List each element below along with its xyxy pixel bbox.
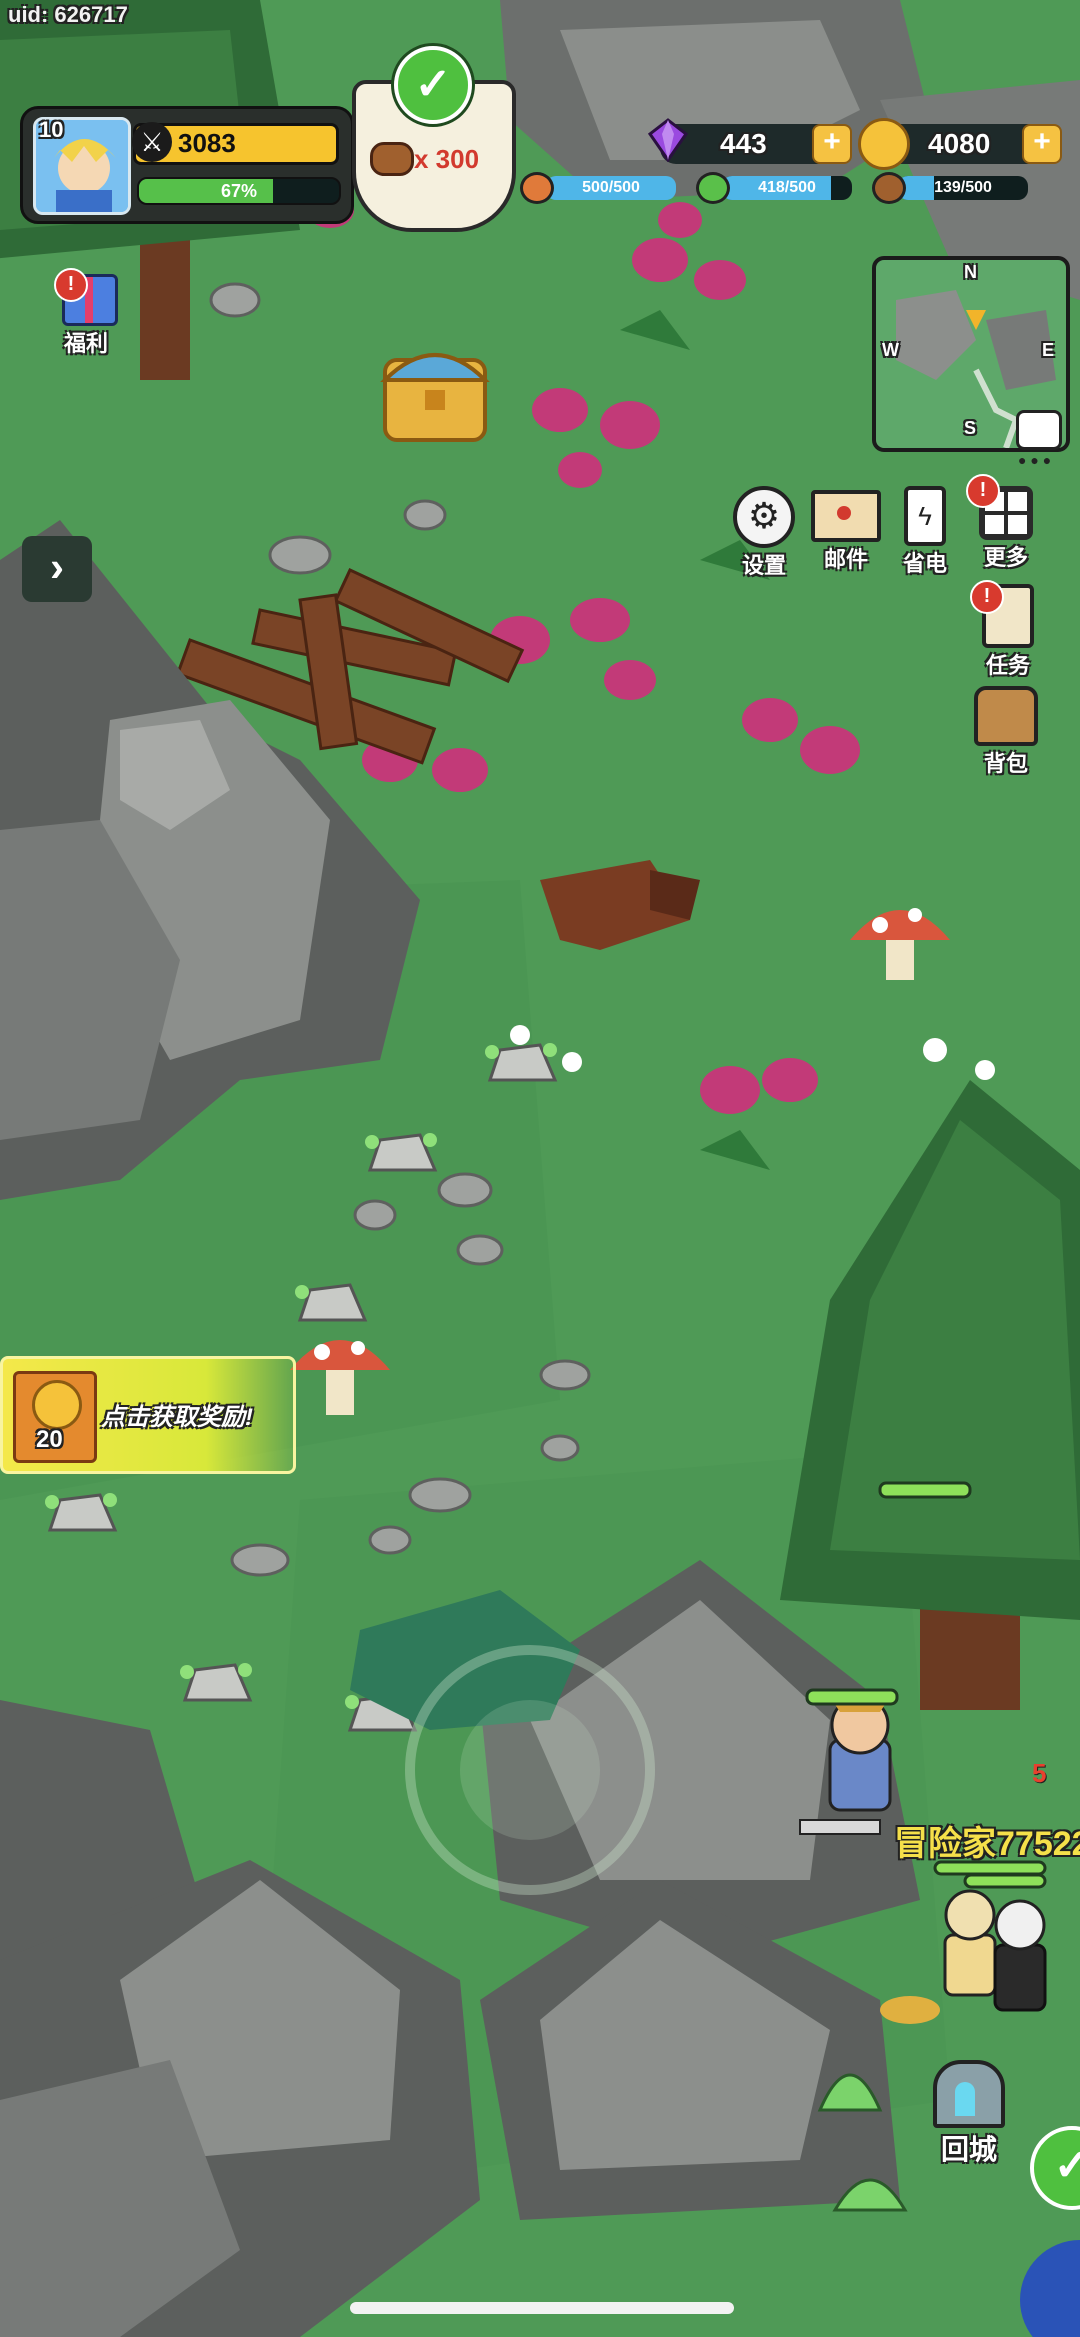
mail-button[interactable]: 邮件 [808, 486, 884, 572]
resource-wood: 139/500 [872, 172, 1032, 204]
player-level: 10 [39, 117, 64, 142]
hero-hp-bar [805, 1688, 899, 1706]
tree-hp-bar [878, 1481, 972, 1499]
resource-meat-bar: 500/500 [546, 176, 676, 200]
settings-label: 设置 [741, 553, 786, 578]
bag-button[interactable]: 背包 [968, 686, 1044, 776]
bag-label: 背包 [983, 751, 1028, 776]
welfare-button[interactable]: ! 福利 [42, 268, 132, 366]
resource-wood-bar: 139/500 [898, 176, 1028, 200]
damage-number: 5 [1032, 1758, 1047, 1788]
meat-icon [520, 172, 554, 204]
herb-icon [696, 172, 730, 204]
player-power: 3083 [178, 128, 236, 158]
power-save-label: 省电 [902, 551, 947, 576]
uid-label: uid: 626717 [8, 2, 128, 27]
reward-coin-count: 20 [36, 1426, 63, 1453]
hero-name-tag: 冒险家77522 [894, 1825, 1080, 1863]
return-city-label: 回城 [940, 2134, 997, 2165]
reward-coin-tile: 20 [13, 1371, 97, 1463]
resource-bars: 500/500 418/500 139/500 [520, 172, 1040, 208]
power-bar: ⚔ 3083 [132, 122, 339, 165]
more-label: 更多 [983, 545, 1028, 570]
resource-wood-value: 139/500 [934, 179, 992, 196]
mail-label: 邮件 [823, 547, 868, 572]
exp-bar: 67% [137, 177, 341, 205]
add-gems-button[interactable]: + [812, 124, 852, 164]
tasks-button[interactable]: 任务 ! [970, 580, 1046, 678]
expand-panel-button[interactable]: › [22, 536, 92, 602]
minimap-north: N [964, 262, 977, 282]
add-coins-button[interactable]: + [1022, 124, 1062, 164]
resource-meat-value: 500/500 [582, 179, 640, 196]
minimap-east: E [1042, 340, 1055, 360]
city-gate-icon [933, 2060, 1005, 2128]
wood-log-icon [370, 142, 414, 176]
resource-meat: 500/500 [520, 172, 680, 204]
resource-herb-value: 418/500 [758, 179, 816, 196]
player-info-panel[interactable]: 10 ⚔ 3083 67% [20, 106, 354, 224]
reward-banner-text: 点击获取奖励! [101, 1404, 253, 1431]
quest-reward-amount: x 300 [414, 144, 480, 174]
gear-icon: ⚙ [733, 486, 795, 548]
resource-herb-bar: 418/500 [722, 176, 852, 200]
crossed-swords-icon: ⚔ [132, 122, 172, 162]
welfare-label: 福利 [64, 331, 109, 356]
treasure-chest [380, 353, 490, 442]
minimap-south: S [964, 418, 977, 438]
gem-amount: 443 [720, 128, 767, 159]
return-city-button[interactable]: 回城 [924, 2060, 1014, 2165]
tasks-label: 任务 [985, 653, 1030, 678]
battery-icon: ϟ [904, 486, 946, 546]
more-alert-badge: ! [966, 474, 1000, 508]
more-button[interactable]: 更多 ! [966, 474, 1046, 570]
minimap-west: W [882, 340, 899, 360]
coin-amount: 4080 [928, 128, 991, 159]
backpack-icon [974, 686, 1038, 746]
gold-coin-icon [858, 118, 910, 170]
home-indicator[interactable] [350, 2302, 734, 2314]
power-save-button[interactable]: ϟ 省电 [890, 486, 960, 576]
wood-icon [872, 172, 906, 204]
reward-coin-icon [32, 1380, 82, 1430]
envelope-icon [811, 490, 881, 542]
camera-icon[interactable] [1016, 410, 1062, 450]
quest-complete-check-icon: ✓ [394, 46, 472, 124]
welfare-alert-badge: ! [54, 268, 88, 302]
claim-reward-banner[interactable]: 20 点击获取奖励! [0, 1356, 296, 1474]
settings-button[interactable]: ⚙ 设置 [728, 486, 800, 578]
minimap-page-dots: ● ● ● [1018, 452, 1052, 468]
gem-counter[interactable]: 443 + [660, 124, 852, 164]
resource-herb: 418/500 [696, 172, 856, 204]
exp-percent: 67% [220, 181, 258, 201]
tasks-alert-badge: ! [970, 580, 1004, 614]
purple-gem-icon [647, 118, 689, 163]
